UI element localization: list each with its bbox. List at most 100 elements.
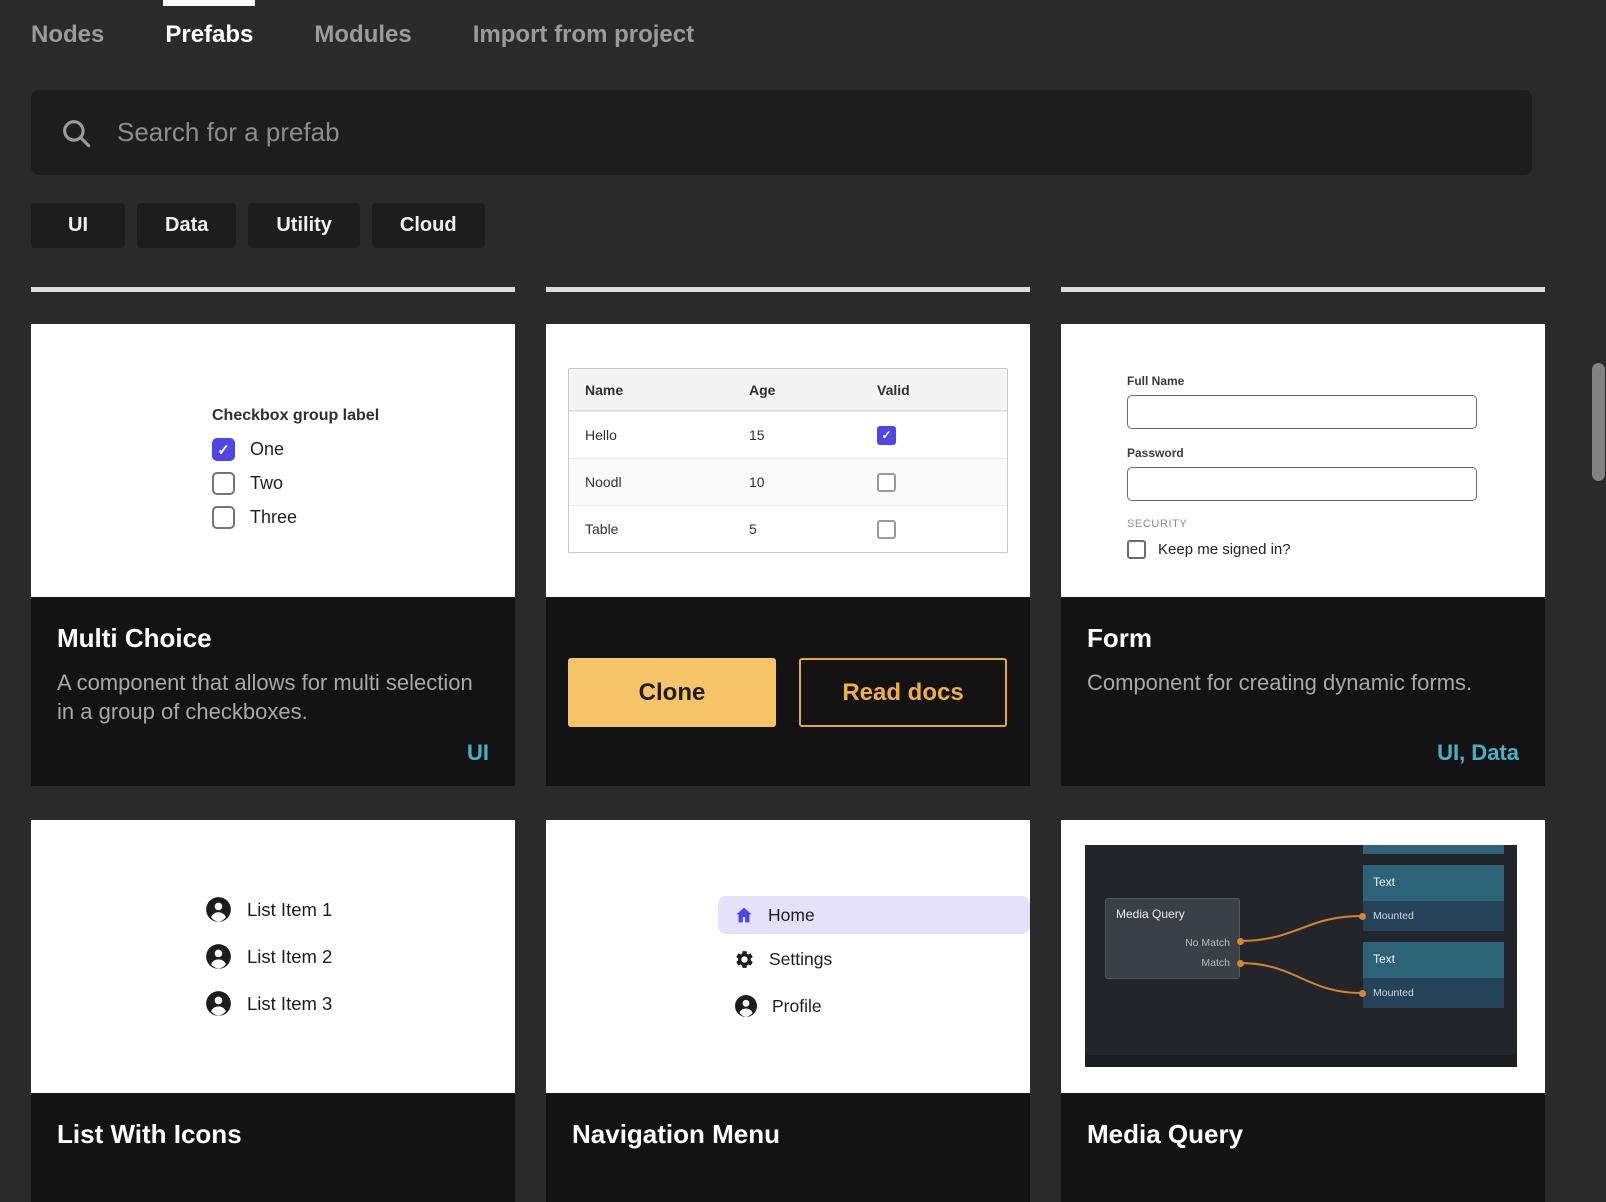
card-tag: UI — [467, 740, 489, 766]
list-item: List Item 2 — [205, 943, 515, 970]
checkbox-option: Two — [212, 472, 515, 495]
keep-signed-in-checkbox: Keep me signed in? — [1127, 540, 1545, 559]
form-preview: Full Name Password SECURITY Keep me sign… — [1061, 324, 1545, 597]
cell-name: Noodl — [585, 474, 749, 490]
table-col-age: Age — [749, 382, 877, 398]
filter-chip-cloud[interactable]: Cloud — [372, 203, 485, 248]
read-docs-button[interactable]: Read docs — [799, 658, 1007, 727]
checkbox-unchecked-icon — [877, 473, 896, 492]
table-header-row: Name Age Valid — [569, 369, 1007, 411]
filter-chip-utility[interactable]: Utility — [248, 203, 360, 248]
text-node: Text Mounted — [1363, 942, 1504, 1008]
output-port-dot — [1237, 960, 1244, 967]
table-col-name: Name — [585, 382, 749, 398]
tab-nodes[interactable]: Nodes — [31, 21, 104, 49]
scrollbar-thumb[interactable] — [1592, 363, 1605, 481]
list-item-label: List Item 1 — [247, 899, 332, 921]
preview-table: Name Age Valid Hello 15 Noodl 10 Table 5 — [568, 368, 1008, 553]
screenshot-bottom-bar — [1085, 1055, 1517, 1067]
text-node: Text Mounted — [1363, 865, 1504, 931]
list-item: List Item 1 — [205, 896, 515, 923]
card-info: Media Query — [1061, 1093, 1545, 1202]
cell-age: 5 — [749, 521, 877, 537]
media-query-preview: Media Query No Match Match Text Mounted … — [1061, 820, 1545, 1093]
filter-chip-ui[interactable]: UI — [31, 203, 125, 248]
card-remnant — [31, 287, 515, 292]
list-item: List Item 3 — [205, 990, 515, 1017]
output-port-dot — [1237, 938, 1244, 945]
node-port-mounted: Mounted — [1363, 978, 1504, 1008]
field-label: Password — [1127, 446, 1545, 460]
multi-choice-preview: Checkbox group label One Two Three — [31, 324, 515, 597]
clone-button[interactable]: Clone — [568, 658, 776, 727]
table-col-valid: Valid — [877, 382, 1007, 398]
card-actions: Clone Read docs — [546, 597, 1030, 786]
tab-prefabs[interactable]: Prefabs — [165, 21, 253, 49]
checkbox-option-label: Two — [250, 473, 283, 494]
nav-item-label: Home — [768, 905, 815, 926]
card-title: Media Query — [1087, 1119, 1519, 1150]
table-row: Table 5 — [569, 505, 1007, 552]
nav-item-label: Profile — [772, 996, 822, 1017]
nav-item-home: Home — [718, 896, 1030, 934]
password-field — [1127, 467, 1477, 501]
section-label: SECURITY — [1127, 518, 1545, 530]
cell-name: Hello — [585, 427, 749, 443]
prefab-card-navigation-menu[interactable]: Home Settings Profile Navigat — [546, 820, 1030, 1202]
checkbox-unchecked-icon — [877, 520, 896, 539]
tab-import-from-project[interactable]: Import from project — [473, 21, 694, 49]
card-info: Form Component for creating dynamic form… — [1061, 597, 1545, 786]
prefab-card-media-query[interactable]: Media Query No Match Match Text Mounted … — [1061, 820, 1545, 1202]
prefab-browser: Nodes Prefabs Modules Import from projec… — [0, 0, 1606, 1202]
media-query-node: Media Query No Match Match — [1105, 898, 1240, 979]
nav-preview: Home Settings Profile — [546, 820, 1030, 1093]
card-remnant — [1061, 287, 1545, 292]
cell-age: 10 — [749, 474, 877, 490]
cell-name: Table — [585, 521, 749, 537]
card-title: Navigation Menu — [572, 1119, 1004, 1150]
card-description: A component that allows for multi select… — [57, 668, 487, 726]
node-title: Text — [1363, 942, 1504, 978]
search-input[interactable] — [117, 117, 1417, 148]
home-icon — [734, 905, 754, 925]
person-icon — [205, 943, 232, 970]
list-preview: List Item 1 List Item 2 List Item 3 — [31, 820, 515, 1093]
checkbox-checked-icon — [877, 426, 896, 445]
person-icon — [734, 994, 758, 1018]
checkbox-unchecked-icon — [1127, 540, 1146, 559]
card-description: Component for creating dynamic forms. — [1087, 668, 1517, 697]
filter-chip-data[interactable]: Data — [137, 203, 236, 248]
prefab-card-multi-choice[interactable]: Checkbox group label One Two Three Multi… — [31, 324, 515, 786]
nav-item-label: Settings — [769, 949, 832, 970]
list-item-label: List Item 3 — [247, 993, 332, 1015]
search-icon — [59, 116, 93, 150]
checkbox-option-label: One — [250, 439, 284, 460]
output-no-match: No Match — [1185, 937, 1230, 949]
checkbox-option: One — [212, 438, 515, 461]
prefab-card-list-with-icons[interactable]: List Item 1 List Item 2 List Item 3 — [31, 820, 515, 1202]
output-match: Match — [1201, 957, 1230, 969]
input-port-dot — [1359, 913, 1366, 920]
prefab-card-table[interactable]: Name Age Valid Hello 15 Noodl 10 Table 5 — [546, 324, 1030, 786]
card-info: Multi Choice A component that allows for… — [31, 597, 515, 786]
checkbox-label: Keep me signed in? — [1158, 541, 1291, 558]
checkbox-checked-icon — [212, 438, 235, 461]
prefab-card-form[interactable]: Full Name Password SECURITY Keep me sign… — [1061, 324, 1545, 786]
tab-modules[interactable]: Modules — [314, 21, 411, 49]
table-preview: Name Age Valid Hello 15 Noodl 10 Table 5 — [546, 324, 1030, 597]
card-title: List With Icons — [57, 1119, 489, 1150]
card-info: List With Icons — [31, 1093, 515, 1202]
card-tag: UI, Data — [1437, 740, 1519, 766]
table-row: Hello 15 — [569, 411, 1007, 458]
checkbox-group-label: Checkbox group label — [212, 407, 515, 425]
search-bar[interactable] — [31, 90, 1532, 175]
card-remnant — [546, 287, 1030, 292]
node-graph-screenshot: Media Query No Match Match Text Mounted … — [1085, 845, 1517, 1067]
node-port-mounted: Mounted — [1363, 901, 1504, 931]
checkbox-option: Three — [212, 506, 515, 529]
checkbox-unchecked-icon — [212, 506, 235, 529]
person-icon — [205, 990, 232, 1017]
table-row: Noodl 10 — [569, 458, 1007, 505]
card-info: Navigation Menu — [546, 1093, 1030, 1202]
node-title: Media Query — [1106, 899, 1239, 921]
